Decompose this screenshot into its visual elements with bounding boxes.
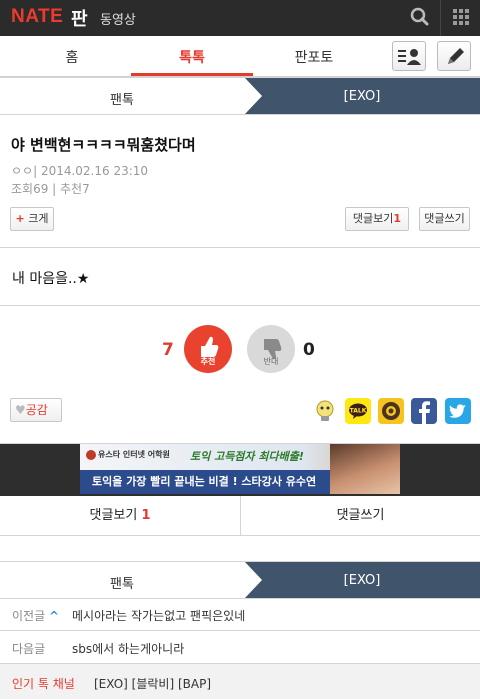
hot-channels-label: 인기 톡 채널 xyxy=(12,677,75,691)
tab-home[interactable]: 홈 xyxy=(42,47,102,67)
breadcrumb: 팬톡 [EXO] xyxy=(0,77,480,115)
active-tab-indicator xyxy=(131,73,253,76)
recommend-button[interactable]: 추천 xyxy=(184,325,232,373)
top-bar: NATE 판 동영상 xyxy=(0,0,480,36)
prev-post-label: 이전글 ^ xyxy=(12,607,59,624)
view-comments-button[interactable]: 댓글보기1 xyxy=(345,207,409,231)
comment-bar-write-button[interactable]: 댓글쓰기 xyxy=(240,496,480,536)
spacer xyxy=(0,537,480,561)
ad-logo-text: 유스타 인터넷 어학원 xyxy=(98,450,170,459)
kakaotalk-icon: TALK xyxy=(349,403,367,419)
comment-bar-count: 1 xyxy=(141,508,151,523)
comment-bar-view-label: 댓글보기 xyxy=(89,508,138,523)
pencil-icon xyxy=(448,48,464,64)
profile-list-icon xyxy=(398,49,421,65)
heart-icon: ♥ xyxy=(15,403,26,417)
plus-icon: + xyxy=(15,212,25,225)
main-tabs: 홈 톡톡 판포토 xyxy=(0,36,480,77)
enlarge-label: 크게 xyxy=(28,212,49,225)
comment-count: 1 xyxy=(393,212,402,225)
tab-panphoto[interactable]: 판포토 xyxy=(284,47,344,67)
breadcrumb-arrow-shape xyxy=(245,78,480,114)
share-lightbulb[interactable] xyxy=(312,398,338,424)
ad-logo-icon xyxy=(86,449,96,460)
comment-bar-view-button[interactable]: 댓글보기 1 xyxy=(0,496,240,536)
breadcrumb-arrow-shape xyxy=(245,562,480,598)
recommend-count: 7 xyxy=(162,340,174,360)
ad-slogan: 토익 고득점자 최다배출! xyxy=(190,450,304,463)
facebook-icon xyxy=(419,401,430,424)
next-post-title[interactable]: sbs에서 하는게아니라 xyxy=(72,640,184,657)
share-twitter[interactable] xyxy=(445,398,471,424)
empathy-label: 공감 xyxy=(25,403,48,417)
ad-tagline: 토익을 가장 빨리 끝내는 비결 ! 스타강사 유수연 xyxy=(80,470,330,494)
post-body: 내 마음을..★ xyxy=(12,271,90,287)
next-post-row[interactable]: 다음글 sbs에서 하는게아니라 xyxy=(0,632,480,664)
search-button[interactable] xyxy=(401,0,439,36)
share-kakaostory[interactable] xyxy=(378,398,404,424)
share-kakaotalk[interactable]: TALK xyxy=(345,398,371,424)
write-comment-button[interactable]: 댓글쓰기 xyxy=(419,207,470,231)
divider xyxy=(0,247,480,248)
kakaostory-icon xyxy=(382,402,400,420)
ad-banner[interactable]: 유스타 인터넷 어학원 토익 고득점자 최다배출! 토익을 가장 빨리 끝내는 … xyxy=(80,444,400,494)
prev-post-row[interactable]: 이전글 ^ 메시아라는 작가는없고 팬픽은있네 xyxy=(0,599,480,631)
breadcrumb-channel[interactable]: [EXO] xyxy=(320,573,404,588)
oppose-count: 0 xyxy=(303,340,315,360)
prev-post-label-text: 이전글 xyxy=(12,609,46,623)
post-title: 야 변백현ㅋㅋㅋㅋ뭐훔쳤다며 xyxy=(11,136,196,154)
hot-channels-row: 인기 톡 채널 [EXO] [블락비] [BAP] xyxy=(0,664,480,699)
enlarge-text-button[interactable]: + 크게 xyxy=(10,207,54,231)
comment-bar: 댓글보기 1 댓글쓰기 xyxy=(0,496,480,536)
next-post-label: 다음글 xyxy=(12,642,46,656)
lightbulb-icon xyxy=(316,400,334,421)
share-facebook[interactable] xyxy=(411,398,437,424)
breadcrumb-category[interactable]: 팬톡 xyxy=(82,89,162,108)
recommend-label: 추천 xyxy=(200,357,216,366)
search-icon xyxy=(410,7,429,26)
view-comments-label: 댓글보기 xyxy=(352,212,394,225)
write-post-button[interactable] xyxy=(437,41,471,71)
chevron-up-icon: ^ xyxy=(48,609,60,623)
oppose-button[interactable]: 반대 xyxy=(247,325,295,373)
ad-logo: 유스타 인터넷 어학원 xyxy=(86,449,170,460)
svg-text:TALK: TALK xyxy=(350,408,367,415)
breadcrumb-channel[interactable]: [EXO] xyxy=(320,89,404,104)
breadcrumb-bottom: 팬톡 [EXO] xyxy=(0,561,480,599)
nate-logo[interactable]: NATE xyxy=(11,6,63,28)
twitter-icon xyxy=(449,404,466,418)
ad-banner-area: 유스타 인터넷 어학원 토익 고득점자 최다배출! 토익을 가장 빨리 끝내는 … xyxy=(0,444,480,496)
oppose-label: 반대 xyxy=(263,357,279,366)
video-link[interactable]: 동영상 xyxy=(100,9,136,28)
empathy-button[interactable]: ♥공감 xyxy=(10,398,62,422)
grid-icon xyxy=(453,9,469,25)
my-profile-button[interactable] xyxy=(392,41,426,71)
breadcrumb-category[interactable]: 팬톡 xyxy=(82,573,162,592)
tab-toktok[interactable]: 톡톡 xyxy=(162,47,222,67)
ad-photo xyxy=(330,444,400,494)
divider xyxy=(0,305,480,306)
post-meta: ㅇㅇ| 2014.02.16 23:10 xyxy=(11,164,149,178)
pan-brand[interactable]: 판 xyxy=(71,5,88,31)
post-stats: 조회69 | 추천7 xyxy=(11,182,90,196)
hot-channels-links[interactable]: [EXO] [블락비] [BAP] xyxy=(94,675,211,692)
prev-post-title[interactable]: 메시아라는 작가는없고 팬픽은있네 xyxy=(72,607,245,624)
menu-grid-button[interactable] xyxy=(441,0,480,36)
